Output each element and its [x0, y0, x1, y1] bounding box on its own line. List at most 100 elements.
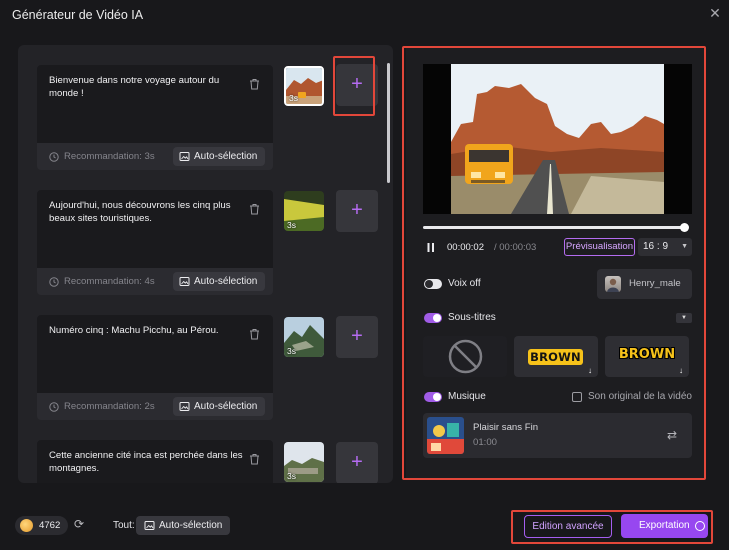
scene-footer: Recommandation: 3s Auto-sélection: [37, 143, 273, 170]
scene-thumbnail[interactable]: 3s: [284, 442, 324, 482]
scene-footer: Recommandation: 2s Auto-sélection: [37, 393, 273, 420]
chevron-down-icon: ▼: [681, 243, 688, 250]
auto-select-label: Auto-sélection: [194, 276, 258, 287]
scene-card[interactable]: Aujourd'hui, nous découvrons les cinq pl…: [37, 190, 273, 295]
scene-card[interactable]: Cette ancienne cité inca est perchée dan…: [37, 440, 273, 483]
no-style-icon: [448, 339, 483, 374]
export-label: Exportation: [639, 520, 690, 531]
clock-icon: [49, 152, 59, 162]
image-sparkle-icon: [144, 521, 155, 530]
video-preview[interactable]: [423, 64, 692, 214]
add-media-button[interactable]: +: [336, 442, 378, 483]
download-icon: ↓: [588, 366, 592, 375]
subtitle-style-brown-yellow-box[interactable]: BROWN ↓: [514, 336, 598, 377]
thumbnail-duration: 3s: [287, 346, 296, 356]
recommendation-text: Recommandation: 3s: [64, 151, 155, 162]
music-track-card[interactable]: Plaisir sans Fin 01:00 ⇄: [423, 413, 692, 458]
music-label: Musique: [448, 391, 486, 402]
recommendation-text: Recommandation: 2s: [64, 401, 155, 412]
clock-icon: [49, 402, 59, 412]
subtitles-toggle[interactable]: [424, 313, 442, 323]
scene-text[interactable]: Aujourd'hui, nous découvrons les cinq pl…: [37, 190, 273, 268]
image-sparkle-icon: [179, 277, 190, 286]
original-sound-label: Son original de la vidéo: [588, 391, 692, 402]
scene-card[interactable]: Numéro cinq : Machu Picchu, au Pérou. Re…: [37, 315, 273, 420]
recommendation-text: Recommandation: 4s: [64, 276, 155, 287]
original-sound-checkbox[interactable]: [572, 392, 582, 402]
scene-text-content: Cette ancienne cité inca est perchée dan…: [49, 450, 243, 474]
scene-thumbnail[interactable]: 3s: [284, 317, 324, 357]
thumbnail-duration: 3s: [289, 93, 298, 103]
clock-icon: [49, 277, 59, 287]
auto-select-all-button[interactable]: Auto-sélection: [136, 516, 231, 535]
progress-bar[interactable]: [423, 226, 688, 229]
add-media-button[interactable]: +: [336, 316, 378, 358]
pause-icon[interactable]: [427, 243, 435, 252]
time-current: 00:00:02: [447, 242, 484, 253]
toggle-knob: [433, 314, 441, 322]
aspect-ratio-value: 16 : 9: [643, 241, 669, 252]
export-icon: [695, 521, 705, 531]
window-title: Générateur de Vidéo IA: [12, 8, 144, 22]
scene-text[interactable]: Numéro cinq : Machu Picchu, au Pérou.: [37, 315, 273, 393]
voice-over-toggle[interactable]: [424, 279, 442, 289]
auto-select-button[interactable]: Auto-sélection: [173, 272, 266, 291]
auto-select-label: Auto-sélection: [194, 151, 258, 162]
trash-icon[interactable]: [249, 203, 260, 215]
auto-select-all-label: Auto-sélection: [159, 520, 223, 531]
footer-bar: 4762 ⟳ Tout: Auto-sélection Edition avan…: [0, 502, 729, 550]
voice-avatar: [605, 276, 621, 292]
image-sparkle-icon: [179, 402, 190, 411]
scene-thumbnail[interactable]: 3s: [284, 191, 324, 231]
video-frame-image: [451, 64, 664, 214]
preview-button[interactable]: Prévisualisation: [564, 238, 635, 256]
close-icon[interactable]: ✕: [708, 6, 722, 20]
advanced-edit-button[interactable]: Edition avancée: [524, 515, 612, 538]
trash-icon[interactable]: [249, 78, 260, 90]
scene-text[interactable]: Cette ancienne cité inca est perchée dan…: [37, 440, 273, 483]
credits-badge: 4762: [15, 516, 68, 535]
refresh-icon[interactable]: ⟳: [74, 518, 87, 531]
scene-thumbnail[interactable]: 3s: [284, 66, 324, 106]
trash-icon[interactable]: [249, 328, 260, 340]
all-label: Tout:: [113, 520, 135, 531]
add-media-button[interactable]: +: [336, 64, 378, 106]
title-bar: Générateur de Vidéo IA ✕: [0, 0, 729, 30]
subtitle-style-none[interactable]: [423, 336, 507, 377]
music-toggle[interactable]: [424, 392, 442, 402]
image-sparkle-icon: [179, 152, 190, 161]
chevron-down-icon[interactable]: ▼: [676, 313, 692, 323]
scene-list: Bienvenue dans notre voyage autour du mo…: [18, 45, 393, 483]
thumbnail-duration: 3s: [287, 471, 296, 481]
scene-card[interactable]: Bienvenue dans notre voyage autour du mo…: [37, 65, 273, 170]
subtitle-style-preview: BROWN: [618, 347, 676, 362]
scene-text-content: Numéro cinq : Machu Picchu, au Pérou.: [49, 325, 219, 336]
subtitle-style-preview: BROWN: [528, 349, 583, 365]
album-cover-image: [427, 417, 464, 454]
auto-select-button[interactable]: Auto-sélection: [173, 147, 266, 166]
swap-icon[interactable]: ⇄: [665, 428, 679, 442]
voice-select-button[interactable]: Henry_male: [597, 269, 692, 299]
scene-footer: Recommandation: 4s Auto-sélection: [37, 268, 273, 295]
export-button[interactable]: Exportation: [621, 514, 708, 538]
coin-icon: [20, 519, 33, 532]
scene-text[interactable]: Bienvenue dans notre voyage autour du mo…: [37, 65, 273, 143]
trash-icon[interactable]: [249, 453, 260, 465]
download-icon: ↓: [679, 366, 683, 375]
add-media-button[interactable]: +: [336, 190, 378, 232]
settings-panel: 00:00:02 / 00:00:03 Prévisualisation 16 …: [406, 48, 704, 478]
credits-value: 4762: [39, 520, 61, 531]
subtitles-label: Sous-titres: [448, 312, 496, 323]
auto-select-label: Auto-sélection: [194, 401, 258, 412]
scene-text-content: Aujourd'hui, nous découvrons les cinq pl…: [49, 200, 231, 224]
aspect-ratio-select[interactable]: 16 : 9 ▼: [638, 238, 692, 256]
progress-handle[interactable]: [680, 223, 689, 232]
voice-over-label: Voix off: [448, 278, 481, 289]
scene-text-content: Bienvenue dans notre voyage autour du mo…: [49, 75, 220, 99]
track-title: Plaisir sans Fin: [473, 422, 539, 433]
toggle-knob: [433, 393, 441, 401]
auto-select-button[interactable]: Auto-sélection: [173, 397, 266, 416]
subtitle-style-brown-outline[interactable]: BROWN ↓: [605, 336, 689, 377]
thumbnail-duration: 3s: [287, 220, 296, 230]
scrollbar[interactable]: [387, 63, 390, 183]
